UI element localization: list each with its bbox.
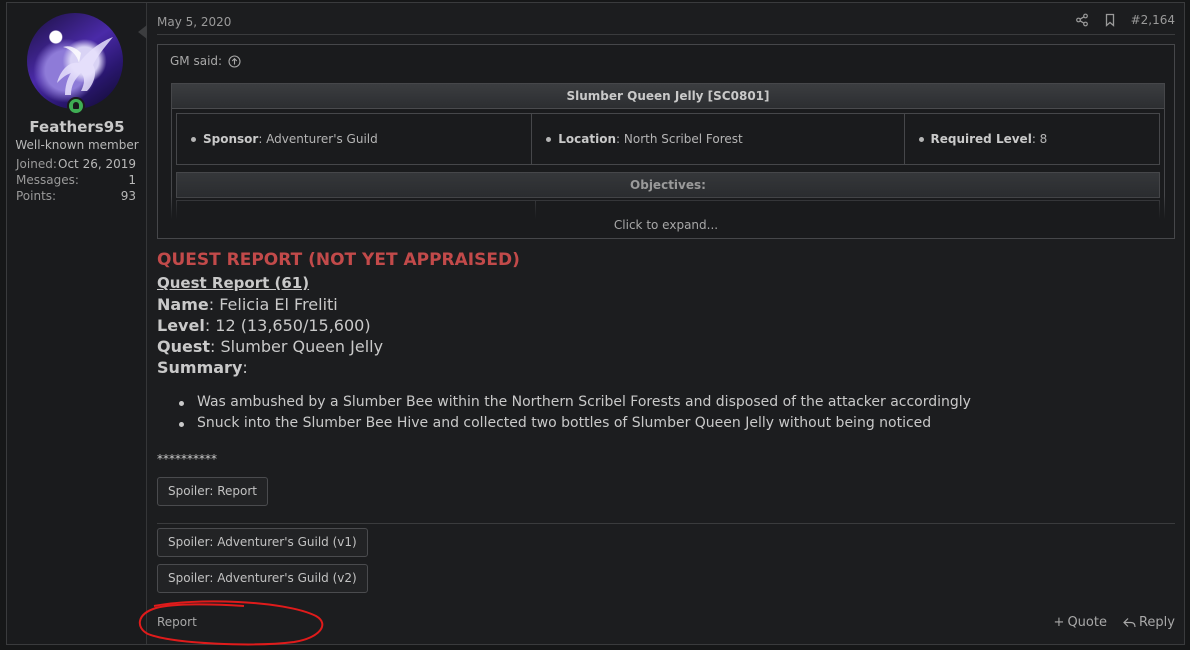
cell-label: Location (558, 132, 617, 146)
signature-divider (157, 523, 1175, 524)
post-number[interactable]: #2,164 (1131, 13, 1175, 27)
avatar[interactable] (27, 13, 123, 109)
header-divider (157, 34, 1175, 35)
quote-label: Quote (1067, 615, 1107, 630)
quote-block: GM said: Slumber Queen Jelly [SC0801] Sp… (157, 44, 1175, 239)
stat-label: Joined: (16, 157, 57, 171)
stat-value: 93 (120, 189, 136, 203)
field-label: Summary (157, 358, 243, 377)
post-date[interactable]: May 5, 2020 (157, 15, 231, 29)
field-label: Level (157, 316, 205, 335)
spoiler-guild-v1-button[interactable]: Spoiler: Adventurer's Guild (v1) (157, 528, 368, 557)
required-level-cell: Required Level: 8 (905, 114, 1160, 164)
report-heading: QUEST REPORT (NOT YET APPRAISED) (157, 250, 520, 270)
field-quest: Quest: Slumber Queen Jelly (157, 337, 383, 356)
objectives-header: Objectives: (176, 172, 1160, 198)
spoiler-guild-v2-button[interactable]: Spoiler: Adventurer's Guild (v2) (157, 564, 368, 593)
sponsor-cell: Sponsor: Adventurer's Guild (177, 114, 533, 164)
field-value: : (242, 358, 248, 377)
quote-header: GM said: (170, 54, 241, 68)
field-summary: Summary: (157, 358, 248, 377)
post-main: May 5, 2020 #2,164 GM said: Slumber Quee… (157, 3, 1175, 644)
online-status-icon (67, 97, 85, 115)
field-value: : 12 (13,650/15,600) (204, 316, 371, 335)
cell-value: : North Scribel Forest (616, 132, 743, 146)
user-title: Well-known member (15, 138, 139, 152)
location-cell: Location: North Scribel Forest (532, 114, 905, 164)
reply-button[interactable]: Reply (1123, 615, 1175, 630)
stat-joined: Joined: Oct 26, 2019 (16, 157, 136, 171)
field-label: Quest (157, 337, 211, 356)
stat-label: Points: (16, 189, 57, 203)
cell-value: : Adventurer's Guild (258, 132, 378, 146)
quote-button[interactable]: + Quote (1054, 615, 1107, 630)
field-value: : Felicia El Freliti (208, 295, 338, 314)
quote-author[interactable]: GM said: (170, 54, 222, 68)
bookmark-icon[interactable] (1103, 13, 1117, 27)
list-item: Snuck into the Slumber Bee Hive and coll… (197, 415, 932, 431)
click-to-expand[interactable]: Click to expand... (158, 196, 1174, 238)
post-actions: + Quote Reply (1054, 615, 1175, 630)
separator-text: ********** (157, 452, 217, 466)
post-tools: #2,164 (1075, 13, 1175, 27)
field-name: Name: Felicia El Freliti (157, 295, 338, 314)
spoiler-report-button[interactable]: Spoiler: Report (157, 477, 268, 506)
reply-label: Reply (1138, 615, 1175, 630)
stat-label: Messages: (16, 173, 79, 187)
plus-icon: + (1053, 615, 1065, 630)
user-sidebar: Feathers95 Well-known member Joined: Oct… (7, 3, 147, 644)
stat-value: Oct 26, 2019 (58, 157, 136, 171)
field-value: : Slumber Queen Jelly (210, 337, 384, 356)
cell-label: Sponsor (203, 132, 259, 146)
cell-value: : 8 (1031, 132, 1048, 146)
list-item: Was ambushed by a Slumber Bee within the… (197, 394, 971, 410)
arrow-up-circle-icon[interactable] (228, 54, 241, 68)
cell-label: Required Level (930, 132, 1032, 146)
pegasus-image (57, 37, 113, 95)
quest-table-title: Slumber Queen Jelly [SC0801] (172, 84, 1164, 109)
field-level: Level: 12 (13,650/15,600) (157, 316, 371, 335)
quest-info-row: Sponsor: Adventurer's Guild Location: No… (176, 113, 1160, 165)
reply-icon (1123, 617, 1136, 627)
share-icon[interactable] (1075, 13, 1089, 27)
quest-report-link[interactable]: Quest Report (61) (157, 274, 309, 292)
username[interactable]: Feathers95 (7, 118, 147, 136)
post-container: Feathers95 Well-known member Joined: Oct… (6, 2, 1185, 645)
stat-value: 1 (128, 173, 136, 187)
field-label: Name (157, 295, 209, 314)
red-annotation-circle (138, 600, 324, 646)
post-arrow (138, 25, 147, 39)
stat-points: Points: 93 (16, 189, 136, 203)
bullet-icon (179, 422, 184, 427)
bullet-icon (179, 401, 184, 406)
stat-messages: Messages: 1 (16, 173, 136, 187)
